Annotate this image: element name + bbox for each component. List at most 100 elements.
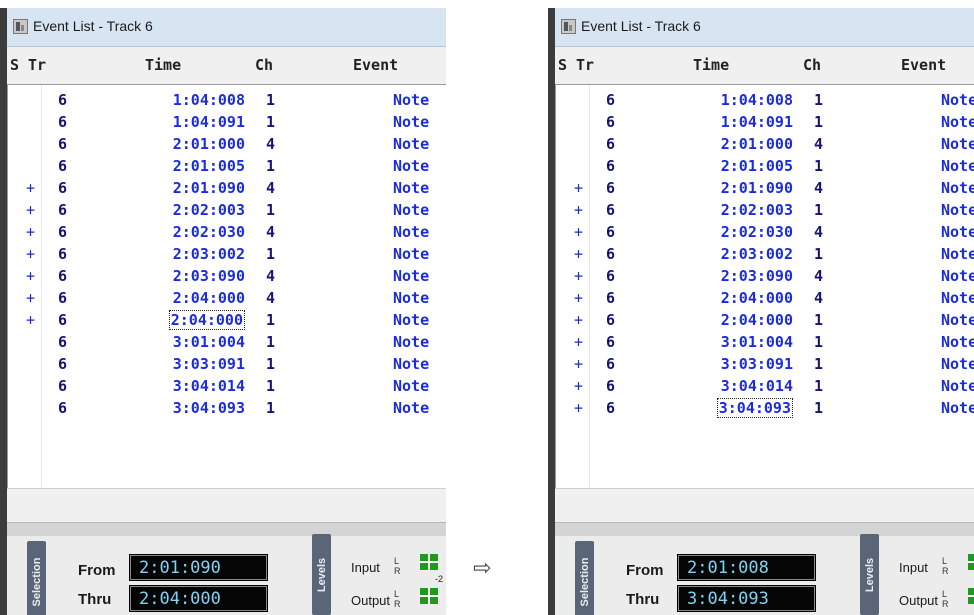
channel-cell[interactable]: 1 [814, 91, 823, 109]
time-cell[interactable]: 1:04:008 [140, 91, 245, 109]
window-titlebar[interactable]: Event List - Track 6 [7, 8, 446, 47]
from-time-field[interactable]: 2:01:008 [677, 554, 816, 581]
selection-mark[interactable]: + [574, 333, 583, 351]
column-header-ch[interactable]: Ch [803, 56, 821, 74]
channel-cell[interactable]: 4 [266, 179, 275, 197]
track-cell[interactable]: 6 [58, 157, 67, 175]
time-cell[interactable]: 3:04:014 [140, 377, 245, 395]
time-cell[interactable]: 3:04:014 [688, 377, 793, 395]
selection-mark[interactable]: + [574, 289, 583, 307]
track-cell[interactable]: 6 [58, 267, 67, 285]
track-cell[interactable]: 6 [606, 179, 615, 197]
time-cell[interactable]: 2:01:090 [688, 179, 793, 197]
channel-cell[interactable]: 1 [266, 201, 275, 219]
channel-cell[interactable]: 1 [266, 311, 275, 329]
event-row[interactable]: +6 2:03:002 1 Note [8, 243, 446, 265]
event-row[interactable]: +6 3:04:093 1 Note [556, 397, 974, 419]
channel-cell[interactable]: 1 [266, 355, 275, 373]
column-header-event[interactable]: Event [353, 56, 398, 74]
selection-mark[interactable]: + [574, 201, 583, 219]
time-cell[interactable]: 2:01:000 [140, 135, 245, 153]
event-row[interactable]: 6 1:04:008 1 Note [8, 89, 446, 111]
selection-tab[interactable]: Selection [575, 541, 594, 615]
track-cell[interactable]: 6 [606, 91, 615, 109]
track-cell[interactable]: 6 [606, 267, 615, 285]
track-cell[interactable]: 6 [58, 179, 67, 197]
event-row[interactable]: +6 2:01:090 4 Note [556, 177, 974, 199]
selection-mark[interactable]: + [574, 399, 583, 417]
event-row[interactable]: 6 3:04:014 1 Note [8, 375, 446, 397]
channel-cell[interactable]: 4 [266, 223, 275, 241]
event-type-cell[interactable]: Note [941, 201, 974, 219]
event-type-cell[interactable]: Note [941, 311, 974, 329]
channel-cell[interactable]: 4 [814, 289, 823, 307]
column-header-time[interactable]: Time [693, 56, 729, 74]
event-row[interactable]: +6 2:04:000 1 Note [8, 309, 446, 331]
event-type-cell[interactable]: Note [393, 201, 429, 219]
track-cell[interactable]: 6 [58, 135, 67, 153]
channel-cell[interactable]: 1 [814, 333, 823, 351]
channel-cell[interactable]: 4 [814, 267, 823, 285]
track-cell[interactable]: 6 [58, 245, 67, 263]
time-cell[interactable]: 2:01:000 [688, 135, 793, 153]
event-row[interactable]: 6 2:01:000 4 Note [556, 133, 974, 155]
event-type-cell[interactable]: Note [941, 91, 974, 109]
selection-mark[interactable]: + [26, 289, 35, 307]
track-cell[interactable]: 6 [606, 113, 615, 131]
column-header-event[interactable]: Event [901, 56, 946, 74]
track-cell[interactable]: 6 [606, 311, 615, 329]
thru-time-field[interactable]: 3:04:093 [677, 585, 816, 612]
event-row[interactable]: +6 3:01:004 1 Note [556, 331, 974, 353]
time-cell[interactable]: 3:04:093 [688, 398, 793, 418]
channel-cell[interactable]: 1 [814, 355, 823, 373]
column-header-s[interactable]: S [558, 56, 567, 74]
channel-cell[interactable]: 1 [266, 333, 275, 351]
event-row[interactable]: +6 2:01:090 4 Note [8, 177, 446, 199]
selection-mark[interactable]: + [26, 179, 35, 197]
selection-tab[interactable]: Selection [27, 541, 46, 615]
event-list[interactable]: 6 1:04:008 1 Note 6 1:04:091 1 Note 6 2:01:000 4 No… [555, 84, 974, 489]
event-row[interactable]: 6 2:01:005 1 Note [556, 155, 974, 177]
channel-cell[interactable]: 1 [266, 245, 275, 263]
selection-mark[interactable]: + [26, 311, 35, 329]
column-header-time[interactable]: Time [145, 56, 181, 74]
time-cell[interactable]: 1:04:091 [140, 113, 245, 131]
event-row[interactable]: +6 2:03:002 1 Note [556, 243, 974, 265]
channel-cell[interactable]: 4 [266, 289, 275, 307]
column-header-ch[interactable]: Ch [255, 56, 273, 74]
event-type-cell[interactable]: Note [393, 355, 429, 373]
event-type-cell[interactable]: Note [941, 245, 974, 263]
time-cell[interactable]: 2:03:090 [140, 267, 245, 285]
track-cell[interactable]: 6 [58, 399, 67, 417]
channel-cell[interactable]: 1 [266, 399, 275, 417]
selection-mark[interactable]: + [26, 223, 35, 241]
time-cell[interactable]: 2:04:000 [140, 310, 245, 330]
event-row[interactable]: +6 2:04:000 4 Note [8, 287, 446, 309]
event-type-cell[interactable]: Note [941, 113, 974, 131]
event-type-cell[interactable]: Note [393, 135, 429, 153]
time-cell[interactable]: 2:03:002 [688, 245, 793, 263]
time-cell[interactable]: 1:04:008 [688, 91, 793, 109]
channel-cell[interactable]: 1 [814, 311, 823, 329]
track-cell[interactable]: 6 [606, 201, 615, 219]
event-row[interactable]: +6 2:04:000 4 Note [556, 287, 974, 309]
channel-cell[interactable]: 1 [814, 377, 823, 395]
channel-cell[interactable]: 1 [814, 113, 823, 131]
event-type-cell[interactable]: Note [941, 223, 974, 241]
track-cell[interactable]: 6 [606, 377, 615, 395]
window-titlebar[interactable]: Event List - Track 6 [555, 8, 974, 47]
event-type-cell[interactable]: Note [941, 399, 974, 417]
event-row[interactable]: 6 1:04:008 1 Note [556, 89, 974, 111]
track-cell[interactable]: 6 [58, 223, 67, 241]
column-header-tr[interactable]: Tr [28, 56, 46, 74]
event-row[interactable]: 6 2:01:000 4 Note [8, 133, 446, 155]
event-row[interactable]: +6 2:02:030 4 Note [556, 221, 974, 243]
time-cell[interactable]: 2:02:003 [688, 201, 793, 219]
event-row[interactable]: +6 2:02:003 1 Note [8, 199, 446, 221]
time-cell[interactable]: 3:01:004 [140, 333, 245, 351]
channel-cell[interactable]: 4 [814, 179, 823, 197]
track-cell[interactable]: 6 [606, 135, 615, 153]
selection-mark[interactable]: + [574, 355, 583, 373]
track-cell[interactable]: 6 [606, 289, 615, 307]
track-cell[interactable]: 6 [606, 355, 615, 373]
